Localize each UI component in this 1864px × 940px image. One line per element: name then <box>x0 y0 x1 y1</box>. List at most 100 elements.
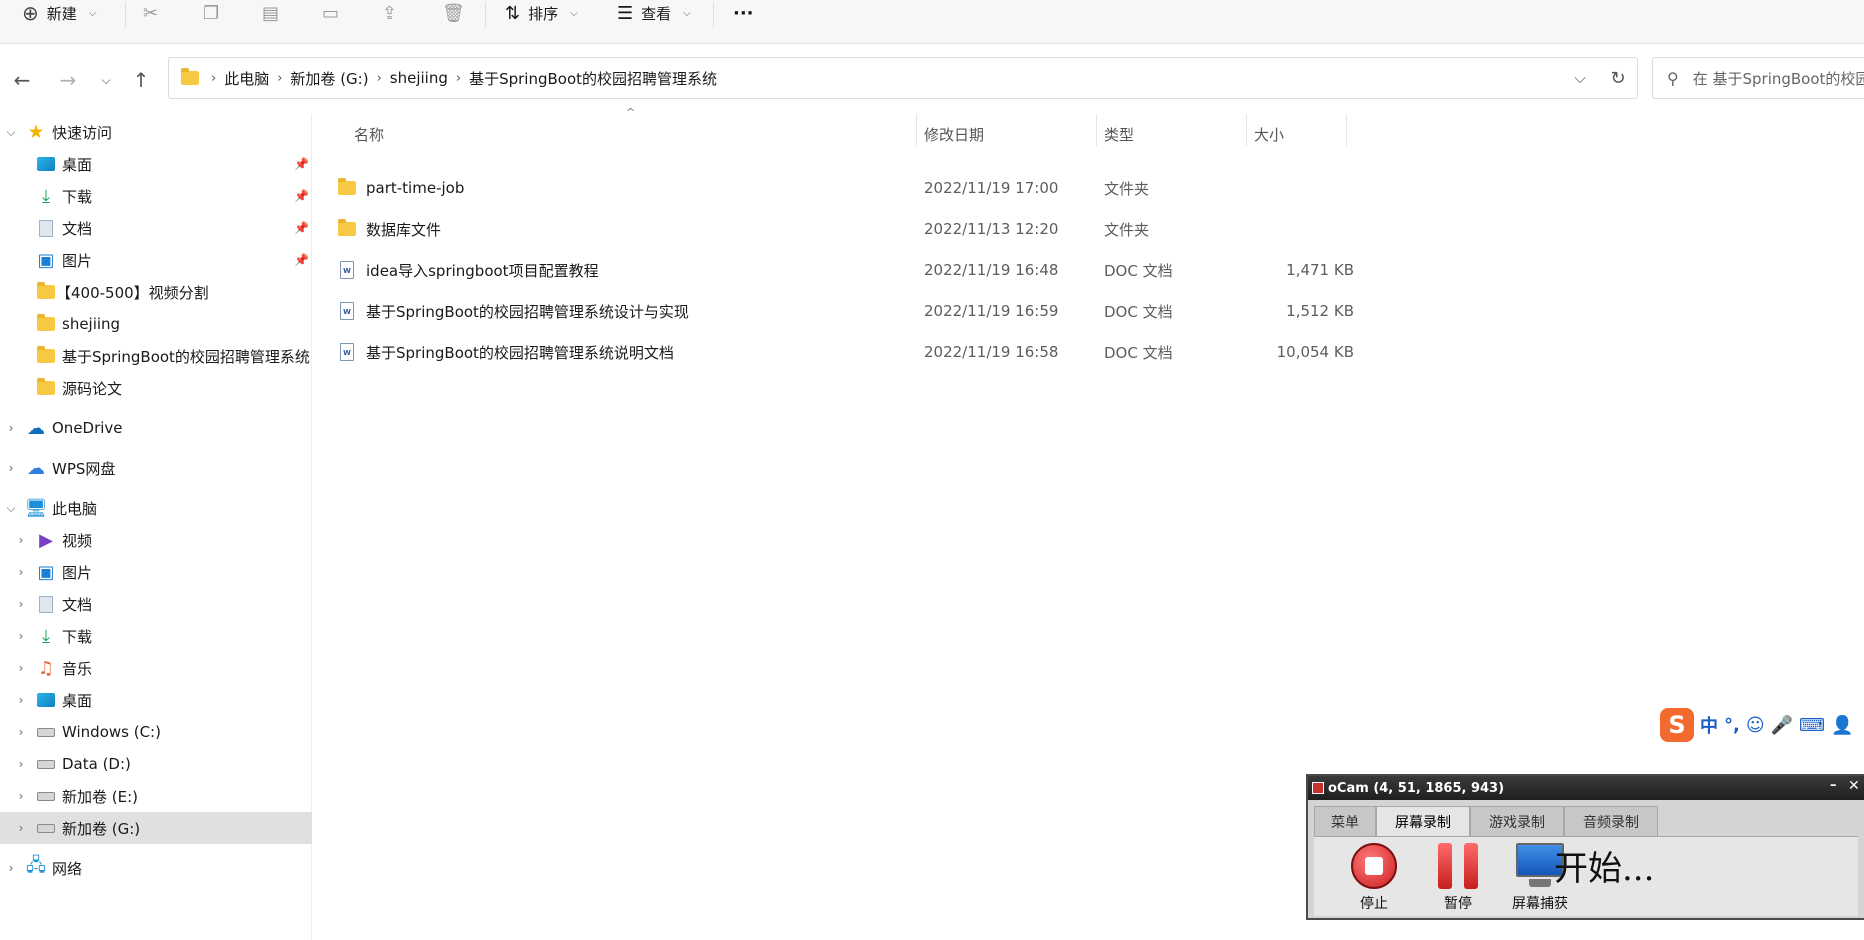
chevron-right-icon[interactable]: › <box>4 861 18 875</box>
sidebar-quick-access[interactable]: ⌵ ★ 快速访问 <box>0 116 312 148</box>
sidebar-this-pc[interactable]: ⌵ 🖥 此电脑 <box>0 492 312 524</box>
chevron-right-icon: › <box>376 70 382 86</box>
forward-arrow-icon[interactable]: → <box>52 64 84 96</box>
chevron-right-icon[interactable]: › <box>14 597 28 611</box>
sidebar-item-source-papers[interactable]: 源码论文 <box>0 372 312 404</box>
chevron-right-icon[interactable]: › <box>14 533 28 547</box>
sidebar-item-videos[interactable]: › ▶ 视频 <box>0 524 312 556</box>
column-divider[interactable] <box>916 114 917 146</box>
document-icon <box>36 218 56 238</box>
search-input[interactable]: ⚲ 在 基于SpringBoot的校园招聘管理系统 中搜索 <box>1652 57 1864 99</box>
close-icon[interactable]: ✕ <box>1848 778 1860 794</box>
chevron-right-icon[interactable]: › <box>4 421 18 435</box>
chevron-down-icon[interactable]: ⌵ <box>4 125 18 140</box>
column-header-date[interactable]: 修改日期 <box>924 114 1094 154</box>
sogou-logo-icon[interactable]: S <box>1660 708 1694 742</box>
new-button[interactable]: ⊕ 新建 ⌵ <box>22 0 96 26</box>
breadcrumb-shejiing[interactable]: shejiing <box>390 69 448 87</box>
recent-locations-icon[interactable]: ⌵ <box>90 64 122 96</box>
sidebar-item-video-split[interactable]: 【400-500】视频分割 <box>0 276 312 308</box>
user-icon[interactable]: 👤 <box>1831 715 1853 736</box>
chevron-right-icon[interactable]: › <box>14 693 28 707</box>
sidebar-item-pc-documents[interactable]: › 文档 <box>0 588 312 620</box>
chevron-right-icon[interactable]: › <box>14 725 28 739</box>
delete-icon[interactable]: 🗑 <box>442 0 465 26</box>
sidebar-item-label: 视频 <box>62 531 93 550</box>
column-divider[interactable] <box>1346 114 1347 146</box>
rename-icon[interactable]: ▭ <box>322 0 339 26</box>
pause-button[interactable]: 暂停 <box>1422 843 1494 915</box>
ime-punctuation-toggle[interactable]: °, <box>1724 715 1740 736</box>
refresh-icon[interactable]: ↻ <box>1598 57 1638 99</box>
up-arrow-icon[interactable]: ↑ <box>125 64 157 96</box>
wps-cloud-icon: ☁ <box>27 457 45 479</box>
sidebar-item-springboot-folder[interactable]: 基于SpringBoot的校园招聘管理系统 <box>0 340 312 372</box>
sidebar-item-desktop[interactable]: 桌面 📌 <box>0 148 312 180</box>
sidebar-item-label: Windows (C:) <box>62 723 161 741</box>
breadcrumb-this-pc[interactable]: 此电脑 <box>224 68 269 89</box>
sidebar-item-drive-c[interactable]: › Windows (C:) <box>0 716 312 748</box>
chevron-right-icon[interactable]: › <box>14 629 28 643</box>
microphone-icon[interactable]: 🎤 <box>1771 715 1793 736</box>
back-arrow-icon[interactable]: ← <box>6 64 38 96</box>
breadcrumb-current-folder[interactable]: 基于SpringBoot的校园招聘管理系统 <box>469 68 717 89</box>
keyboard-icon[interactable]: ⌨ <box>1799 715 1825 736</box>
chevron-right-icon[interactable]: › <box>4 461 18 475</box>
file-row[interactable]: 数据库文件 2022/11/13 12:20 文件夹 <box>338 209 1662 249</box>
file-row[interactable]: W 基于SpringBoot的校园招聘管理系统说明文档 2022/11/19 1… <box>338 332 1662 372</box>
emoji-icon[interactable]: ☺ <box>1746 715 1765 736</box>
paste-icon[interactable]: ▤ <box>262 0 279 26</box>
sidebar-wps-drive[interactable]: › ☁ WPS网盘 <box>0 452 312 484</box>
ocam-titlebar[interactable]: oCam (4, 51, 1865, 943) – ✕ <box>1308 776 1864 800</box>
tab-menu[interactable]: 菜单 <box>1314 806 1376 836</box>
view-button[interactable]: ☰ 查看 ⌵ <box>617 0 691 26</box>
chevron-right-icon[interactable]: › <box>14 757 28 771</box>
sidebar-item-drive-d[interactable]: › Data (D:) <box>0 748 312 780</box>
download-icon: ⤓ <box>42 625 50 647</box>
stop-icon <box>1351 843 1397 889</box>
sidebar-item-music[interactable]: › ♫ 音乐 <box>0 652 312 684</box>
sort-button[interactable]: ⇅ 排序 ⌵ <box>505 0 578 26</box>
tab-audio-record[interactable]: 音频录制 <box>1564 806 1658 836</box>
sidebar-item-pc-desktop[interactable]: › 桌面 <box>0 684 312 716</box>
ime-language-toggle[interactable]: 中 <box>1700 712 1718 738</box>
sidebar-network[interactable]: › 🖧 网络 <box>0 852 312 884</box>
file-size: 10,054 KB <box>1276 343 1354 361</box>
file-row[interactable]: part-time-job 2022/11/19 17:00 文件夹 <box>338 168 1662 208</box>
file-row[interactable]: W idea导入springboot项目配置教程 2022/11/19 16:4… <box>338 250 1662 290</box>
address-bar[interactable]: › 此电脑 › 新加卷 (G:) › shejiing › 基于SpringBo… <box>168 57 1638 99</box>
chevron-right-icon[interactable]: › <box>14 821 28 835</box>
sidebar-item-label: 桌面 <box>62 155 93 174</box>
address-history-chevron-icon[interactable]: ⌵ <box>1562 57 1598 99</box>
tab-screen-record[interactable]: 屏幕录制 <box>1376 806 1470 836</box>
column-header-type[interactable]: 类型 <box>1104 114 1244 154</box>
sidebar-item-drive-g[interactable]: › 新加卷 (G:) <box>0 812 312 844</box>
sidebar-item-pc-downloads[interactable]: › ⤓ 下载 <box>0 620 312 652</box>
copy-icon[interactable]: ❐ <box>203 0 219 26</box>
tab-game-record[interactable]: 游戏录制 <box>1470 806 1564 836</box>
sidebar-onedrive[interactable]: › ☁ OneDrive <box>0 412 312 444</box>
column-header-name[interactable]: 名称 ^ <box>354 106 914 154</box>
file-row[interactable]: W 基于SpringBoot的校园招聘管理系统设计与实现 2022/11/19 … <box>338 291 1662 331</box>
sidebar-item-documents[interactable]: 文档 📌 <box>0 212 312 244</box>
share-icon[interactable]: ⇪ <box>382 0 397 26</box>
cut-icon[interactable]: ✂ <box>143 0 158 26</box>
chevron-right-icon[interactable]: › <box>14 565 28 579</box>
chevron-down-icon[interactable]: ⌵ <box>4 501 18 516</box>
sidebar-item-drive-e[interactable]: › 新加卷 (E:) <box>0 780 312 812</box>
chevron-right-icon[interactable]: › <box>14 789 28 803</box>
column-divider[interactable] <box>1096 114 1097 146</box>
sidebar-item-shejiing[interactable]: shejiing <box>0 308 312 340</box>
stop-button[interactable]: 停止 <box>1338 843 1410 915</box>
sort-ascending-icon: ^ <box>626 106 636 119</box>
more-options-icon[interactable]: ··· <box>733 0 754 26</box>
sidebar-item-pictures[interactable]: ▣ 图片 📌 <box>0 244 312 276</box>
ocam-window: oCam (4, 51, 1865, 943) – ✕ 菜单 屏幕录制 游戏录制… <box>1306 774 1864 920</box>
minimize-icon[interactable]: – <box>1830 778 1837 793</box>
column-divider[interactable] <box>1246 114 1247 146</box>
sidebar-item-downloads[interactable]: ⤓ 下载 📌 <box>0 180 312 212</box>
breadcrumb-drive-g[interactable]: 新加卷 (G:) <box>290 68 368 89</box>
sidebar-item-pc-pictures[interactable]: › ▣ 图片 <box>0 556 312 588</box>
chevron-right-icon[interactable]: › <box>14 661 28 675</box>
column-header-size[interactable]: 大小 <box>1254 114 1344 154</box>
